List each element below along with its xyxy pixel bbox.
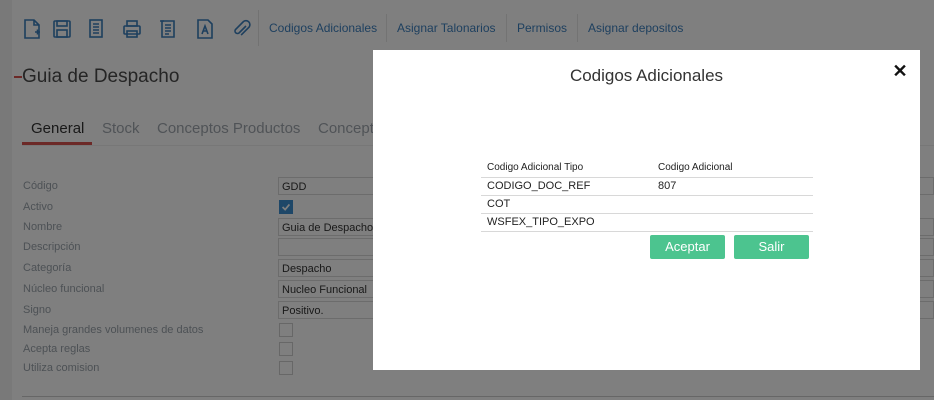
close-icon[interactable]: ✕ xyxy=(892,62,908,80)
row-codigo-cell[interactable]: 807 xyxy=(658,180,676,192)
row-tipo-cell: COT xyxy=(487,198,511,210)
dialog-title: Codigos Adicionales xyxy=(569,66,724,85)
table-row[interactable]: CODIGO_DOC_REF 807 xyxy=(481,177,813,195)
column-header-codigo: Codigo Adicional xyxy=(658,162,733,173)
row-tipo-cell: CODIGO_DOC_REF xyxy=(487,180,591,192)
salir-button[interactable]: Salir xyxy=(734,235,809,259)
aceptar-button[interactable]: Aceptar xyxy=(650,235,725,259)
table-row[interactable]: COT xyxy=(481,195,813,213)
table-row[interactable]: WSFEX_TIPO_EXPO xyxy=(481,213,813,232)
column-header-tipo: Codigo Adicional Tipo xyxy=(487,162,584,173)
row-tipo-cell: WSFEX_TIPO_EXPO xyxy=(487,216,595,228)
codigos-adicionales-dialog: Codigos Adicionales ✕ Codigo Adicional T… xyxy=(373,50,920,370)
